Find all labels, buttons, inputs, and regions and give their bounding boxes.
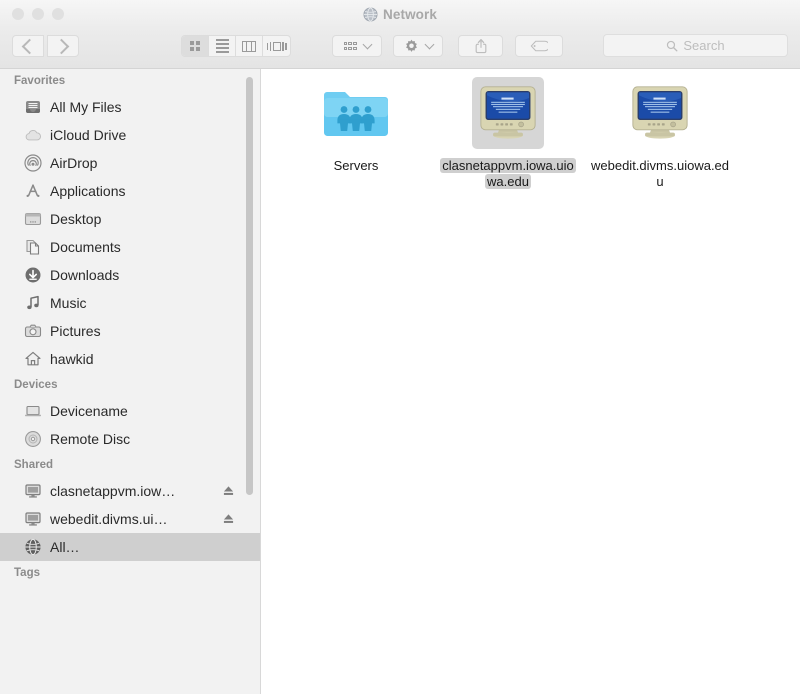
sidebar-item-label: All… <box>50 539 80 555</box>
crt-display-icon <box>624 77 696 149</box>
crt-display-icon <box>472 77 544 149</box>
columns-icon <box>242 41 256 52</box>
share-icon <box>474 38 488 54</box>
sidebar-item-label: Desktop <box>50 211 101 227</box>
arrange-icon <box>344 42 357 50</box>
sidebar-item-label: All My Files <box>50 99 122 115</box>
chevron-right-icon <box>54 38 70 54</box>
disc-icon <box>24 430 42 448</box>
sidebar-item-desktop[interactable]: Desktop <box>0 205 260 233</box>
sidebar-item-all-my-files[interactable]: All My Files <box>0 93 260 121</box>
sidebar-item-label: AirDrop <box>50 155 97 171</box>
sidebar-item-clasnetappvm[interactable]: clasnetappvm.iow… <box>0 477 260 505</box>
home-icon <box>24 350 42 368</box>
sidebar-item-label: Downloads <box>50 267 119 283</box>
finder-window: Network <box>0 0 800 694</box>
gear-icon <box>404 39 419 54</box>
edit-tags-button[interactable] <box>515 35 563 57</box>
sidebar-scrollbar[interactable] <box>246 77 253 495</box>
sidebar-item-hawkid[interactable]: hawkid <box>0 345 260 373</box>
display-icon <box>24 482 42 500</box>
file-browser-content: Servers <box>262 69 800 694</box>
airdrop-icon <box>24 154 42 172</box>
sidebar-section-shared: Shared <box>0 453 260 477</box>
action-menu-button[interactable] <box>393 35 443 57</box>
toolbar: Search <box>0 28 800 69</box>
eject-icon[interactable] <box>223 513 234 525</box>
grid-item-label: clasnetappvm.iowa.uiowa.edu <box>437 158 579 190</box>
sidebar-item-label: Applications <box>50 183 126 199</box>
column-view-button[interactable] <box>236 36 263 56</box>
list-view-button[interactable] <box>209 36 236 56</box>
sidebar-item-label: Documents <box>50 239 121 255</box>
search-field[interactable]: Search <box>603 34 788 57</box>
list-icon <box>216 39 229 53</box>
grid-icon <box>190 41 200 51</box>
all-my-files-icon <box>24 98 42 116</box>
sidebar-item-airdrop[interactable]: AirDrop <box>0 149 260 177</box>
sidebar-item-documents[interactable]: Documents <box>0 233 260 261</box>
chevron-down-icon <box>362 40 372 50</box>
sidebar-item-webedit[interactable]: webedit.divms.ui… <box>0 505 260 533</box>
tag-icon <box>530 40 548 52</box>
eject-icon[interactable] <box>223 485 234 497</box>
shared-folder-icon <box>320 77 392 149</box>
documents-icon <box>24 238 42 256</box>
applications-icon <box>24 182 42 200</box>
sidebar-section-favorites: Favorites <box>0 69 260 93</box>
back-button[interactable] <box>12 35 44 57</box>
icon-view-button[interactable] <box>182 36 209 56</box>
globe-icon <box>24 538 42 556</box>
sidebar-item-remote-disc[interactable]: Remote Disc <box>0 425 260 453</box>
arrange-button[interactable] <box>332 35 382 57</box>
search-placeholder: Search <box>683 38 724 53</box>
downloads-icon <box>24 266 42 284</box>
icloud-icon <box>24 126 42 144</box>
window-titlebar: Network <box>0 0 800 28</box>
music-icon <box>24 294 42 312</box>
sidebar-item-applications[interactable]: Applications <box>0 177 260 205</box>
sidebar-item-all[interactable]: All… <box>0 533 260 561</box>
sidebar-item-devicename[interactable]: Devicename <box>0 397 260 425</box>
sidebar-item-pictures[interactable]: Pictures <box>0 317 260 345</box>
chevron-left-icon <box>22 38 38 54</box>
laptop-icon <box>24 402 42 420</box>
sidebar-item-label: webedit.divms.ui… <box>50 511 168 527</box>
sidebar-item-label: Remote Disc <box>50 431 130 447</box>
coverflow-view-button[interactable] <box>263 36 290 56</box>
sidebar-item-icloud-drive[interactable]: iCloud Drive <box>0 121 260 149</box>
sidebar-item-music[interactable]: Music <box>0 289 260 317</box>
sidebar-item-label: Pictures <box>50 323 101 339</box>
window-title-group: Network <box>0 0 800 28</box>
grid-item-webedit[interactable]: webedit.divms.uiowa.edu <box>584 77 736 190</box>
search-icon <box>666 40 678 52</box>
sidebar-item-label: hawkid <box>50 351 94 367</box>
pictures-icon <box>24 322 42 340</box>
view-mode-segmented-control <box>181 35 291 57</box>
grid-item-label: Servers <box>332 158 381 174</box>
sidebar-item-downloads[interactable]: Downloads <box>0 261 260 289</box>
display-icon <box>24 510 42 528</box>
chevron-down-icon <box>424 40 434 50</box>
share-button[interactable] <box>458 35 503 57</box>
sidebar: Favorites All My Files iCloud Drive <box>0 69 261 694</box>
sidebar-item-label: iCloud Drive <box>50 127 126 143</box>
window-title: Network <box>383 7 437 22</box>
coverflow-icon <box>267 42 287 51</box>
sidebar-item-label: Music <box>50 295 87 311</box>
sidebar-item-label: clasnetappvm.iow… <box>50 483 175 499</box>
globe-icon <box>363 7 378 22</box>
sidebar-section-devices: Devices <box>0 373 260 397</box>
icon-grid: Servers <box>262 77 800 190</box>
desktop-icon <box>24 210 42 228</box>
sidebar-item-label: Devicename <box>50 403 128 419</box>
grid-item-servers[interactable]: Servers <box>280 77 432 190</box>
forward-button[interactable] <box>47 35 79 57</box>
sidebar-section-tags: Tags <box>0 561 260 585</box>
grid-item-clasnetappvm[interactable]: clasnetappvm.iowa.uiowa.edu <box>432 77 584 190</box>
grid-item-label: webedit.divms.uiowa.edu <box>589 158 731 190</box>
